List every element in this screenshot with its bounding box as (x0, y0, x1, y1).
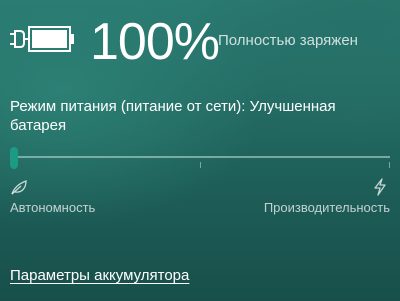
power-mode-label: Режим питания (питание от сети): Улучшен… (10, 98, 336, 134)
leaf-icon (10, 178, 28, 196)
slider-track[interactable] (10, 156, 390, 158)
slider-tick-end (389, 162, 390, 168)
lightning-icon (372, 178, 388, 196)
battery-settings-link[interactable]: Параметры аккумулятора (10, 267, 189, 284)
slider-tick-middle (200, 162, 201, 168)
slider-label-battery-saver: Автономность (10, 200, 96, 215)
battery-percent: 100% (90, 13, 220, 71)
battery-header: 100% Полностью заряжен (8, 10, 392, 71)
battery-status: Полностью заряжен (218, 32, 358, 49)
slider-label-performance: Производительность (263, 200, 390, 215)
slider-thumb[interactable] (10, 147, 18, 169)
battery-charging-icon (8, 22, 76, 56)
power-mode-slider[interactable] (10, 145, 390, 171)
battery-flyout: 100% Полностью заряжен Режим питания (пи… (0, 0, 400, 301)
